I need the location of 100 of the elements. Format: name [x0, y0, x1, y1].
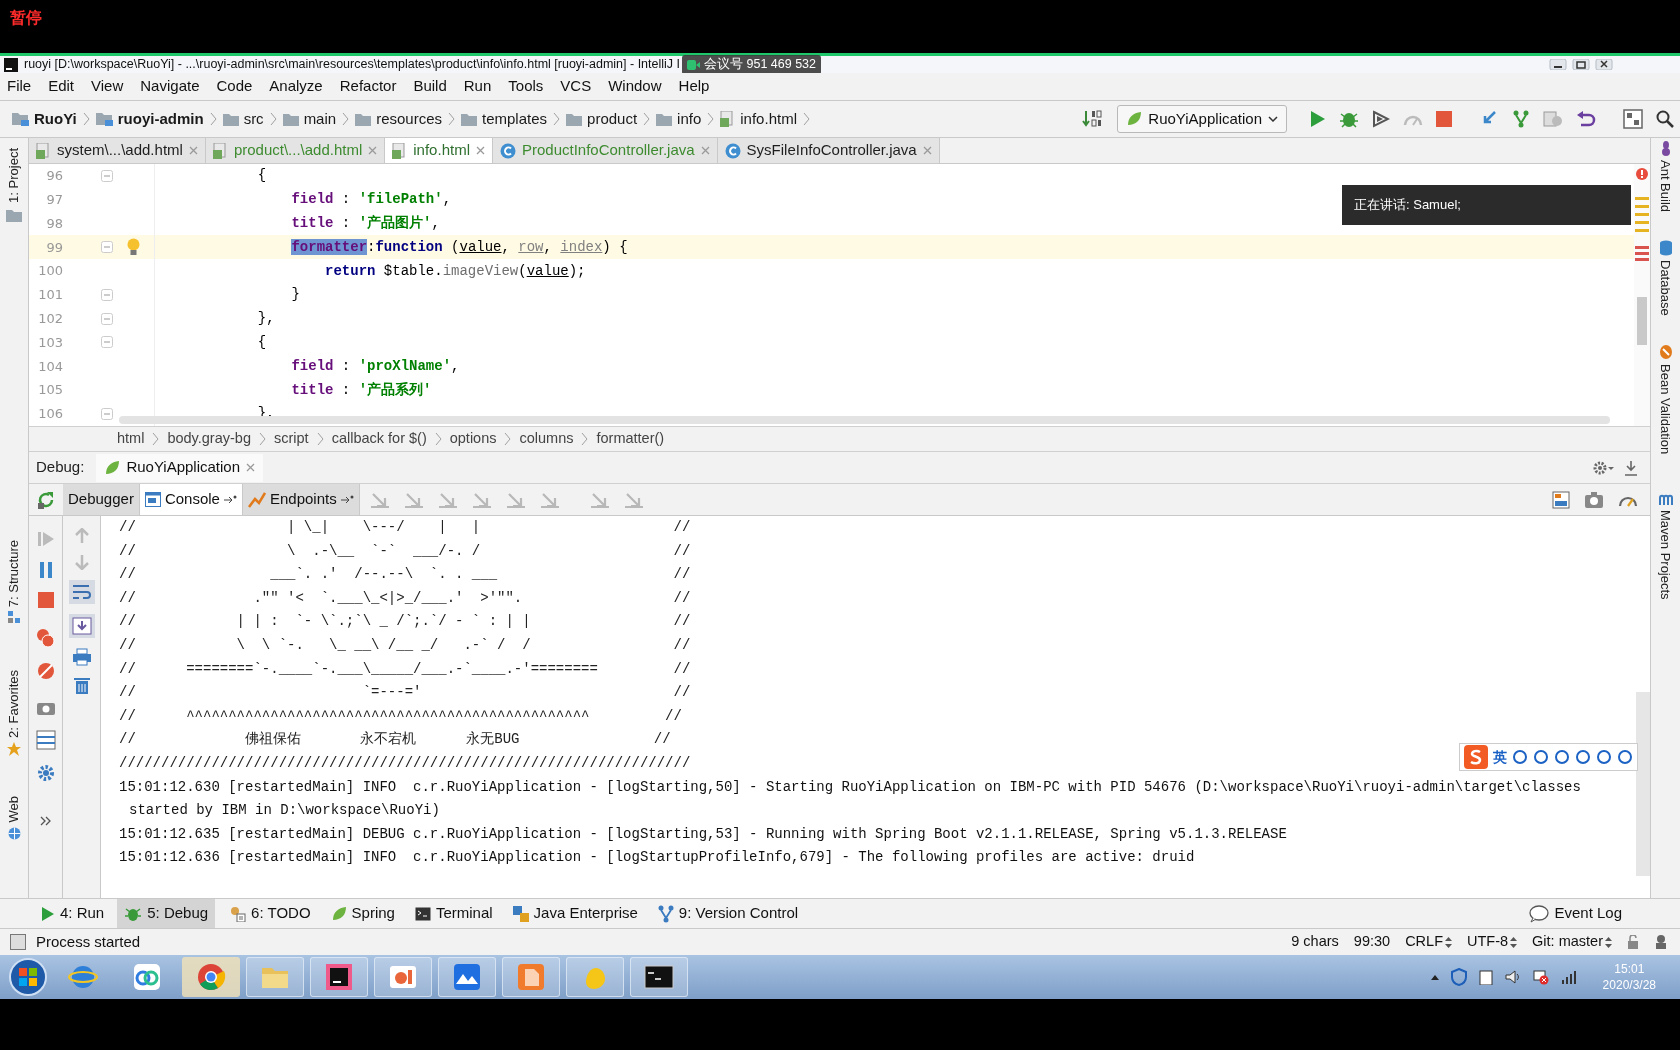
arrow-icon[interactable]: [539, 490, 560, 509]
breadcrumb-item[interactable]: formatter(): [596, 428, 665, 450]
mute-icon[interactable]: [36, 662, 55, 680]
vcs-branch-selector[interactable]: Git: master: [1532, 931, 1612, 953]
menu-item[interactable]: Window: [608, 75, 662, 98]
fold-marker-icon[interactable]: [101, 336, 113, 349]
run-icon[interactable]: [1310, 110, 1326, 128]
menu-item[interactable]: Analyze: [269, 75, 323, 98]
close-icon[interactable]: [246, 463, 256, 472]
taskbar-button[interactable]: [630, 957, 688, 997]
breadcrumb-item[interactable]: templates: [482, 107, 548, 131]
close-icon[interactable]: [700, 146, 710, 155]
shield-icon[interactable]: [1450, 968, 1467, 986]
ime-toolbar[interactable]: 英: [1459, 743, 1638, 771]
breadcrumb-item[interactable]: info.html: [740, 107, 797, 131]
menu-item[interactable]: Edit: [48, 75, 75, 98]
run-config-dropdown[interactable]: RuoYiApplication: [1117, 105, 1287, 133]
coverage-icon[interactable]: [1372, 110, 1390, 128]
fold-marker-icon[interactable]: [101, 169, 113, 182]
breadcrumb-item[interactable]: src: [243, 107, 264, 131]
taskbar-button[interactable]: [310, 957, 368, 997]
lightbulb-icon[interactable]: [127, 238, 140, 257]
caret-icon[interactable]: [1430, 974, 1439, 980]
settings-icon[interactable]: [1592, 459, 1614, 476]
menu-item[interactable]: Navigate: [140, 75, 200, 98]
tool-window-tab[interactable]: Java Enterprise: [505, 899, 645, 928]
breadcrumb-item[interactable]: script: [273, 428, 309, 450]
menu-item[interactable]: Run: [463, 75, 492, 98]
lock-icon[interactable]: [1627, 935, 1639, 949]
breadcrumb-item[interactable]: RuoYi: [34, 107, 77, 131]
editor-tab[interactable]: SysFileInfoController.java: [717, 138, 940, 163]
debug-tab[interactable]: Endpoints: [242, 484, 360, 515]
encoding-selector[interactable]: UTF-8: [1467, 931, 1518, 953]
menu-item[interactable]: Build: [413, 75, 447, 98]
close-button[interactable]: [1594, 59, 1614, 70]
arrow-icon[interactable]: [471, 490, 492, 509]
breadcrumb-item[interactable]: options: [449, 428, 497, 450]
minimize-button[interactable]: [1548, 59, 1568, 70]
arrow-icon[interactable]: [437, 490, 458, 509]
arrow-icon[interactable]: [623, 490, 644, 509]
stop-icon[interactable]: [37, 592, 54, 608]
breadcrumb-item[interactable]: ruoyi-admin: [117, 107, 204, 131]
step-icon[interactable]: [403, 490, 424, 509]
panel-toggle-icon[interactable]: [10, 934, 26, 950]
breadcrumb-item[interactable]: body.gray-bg: [167, 428, 251, 450]
breadcrumb-item[interactable]: info: [677, 107, 702, 131]
tool-window-tab[interactable]: Terminal: [407, 899, 500, 928]
event-log-tab[interactable]: Event Log: [1529, 899, 1680, 928]
search-icon[interactable]: [1656, 110, 1674, 128]
debug-tab[interactable]: Console: [139, 484, 243, 515]
side-panel-tab[interactable]: Database: [1655, 260, 1676, 316]
scroll-to-end-icon[interactable]: [68, 614, 95, 638]
undo-icon[interactable]: [1576, 110, 1596, 128]
clipboard-icon[interactable]: [1478, 969, 1493, 985]
structure-icon[interactable]: [1623, 109, 1643, 129]
layout-icon[interactable]: [35, 730, 56, 750]
inspector-icon[interactable]: [1654, 934, 1668, 950]
close-icon[interactable]: [188, 146, 198, 155]
horizontal-scrollbar[interactable]: [119, 416, 1610, 424]
network-error-icon[interactable]: [1532, 969, 1549, 985]
breadcrumb-item[interactable]: product: [587, 107, 638, 131]
side-panel-tab[interactable]: 2: Favorites: [4, 670, 24, 739]
breadcrumb-item[interactable]: main: [303, 107, 337, 131]
menu-item[interactable]: View: [91, 75, 124, 98]
fold-marker-icon[interactable]: [101, 241, 113, 254]
soft-wrap-icon[interactable]: [68, 580, 95, 604]
layout-icon[interactable]: [1552, 490, 1570, 509]
side-panel-tab[interactable]: 7: Structure: [4, 539, 24, 608]
tool-window-tab[interactable]: 4: Run: [34, 899, 112, 928]
editor-tab[interactable]: system\...\add.html: [29, 138, 206, 163]
menu-item[interactable]: File: [7, 75, 32, 98]
input-mode[interactable]: 英: [1493, 746, 1507, 768]
speaker-icon[interactable]: [1504, 970, 1521, 984]
menu-item[interactable]: Tools: [508, 75, 544, 98]
settings-icon[interactable]: [36, 764, 55, 782]
breadcrumb-item[interactable]: callback for $(): [331, 428, 427, 450]
side-panel-tab[interactable]: 1: Project: [4, 148, 24, 203]
session-tab[interactable]: RuoYiApplication: [96, 453, 264, 482]
print-icon[interactable]: [71, 648, 92, 666]
camera-icon[interactable]: [1584, 490, 1604, 509]
breadcrumb-item[interactable]: columns: [519, 428, 574, 450]
camera-icon[interactable]: [35, 700, 56, 716]
menu-item[interactable]: VCS: [560, 75, 592, 98]
vertical-scrollbar[interactable]: [1636, 692, 1650, 876]
close-icon[interactable]: [368, 146, 378, 155]
signal-icon[interactable]: [1560, 970, 1577, 984]
pause-icon[interactable]: [38, 562, 53, 578]
menu-item[interactable]: Help: [678, 75, 710, 98]
breadcrumb-item[interactable]: resources: [376, 107, 442, 131]
maximize-button[interactable]: [1571, 59, 1591, 70]
tool-window-tab[interactable]: 6: TODO: [221, 899, 318, 928]
tool-window-tab[interactable]: 5: Debug: [117, 899, 216, 928]
vertical-scrollbar[interactable]: [1637, 297, 1647, 345]
pin-arrow-icon[interactable]: [340, 495, 354, 504]
trash-icon[interactable]: [73, 676, 90, 694]
line-separator-selector[interactable]: CRLF: [1405, 931, 1452, 953]
breadcrumb-item[interactable]: html: [117, 428, 145, 450]
more-icon[interactable]: [39, 816, 52, 826]
hide-icon[interactable]: [1624, 459, 1638, 476]
side-panel-tab[interactable]: Ant Build: [1655, 160, 1676, 213]
